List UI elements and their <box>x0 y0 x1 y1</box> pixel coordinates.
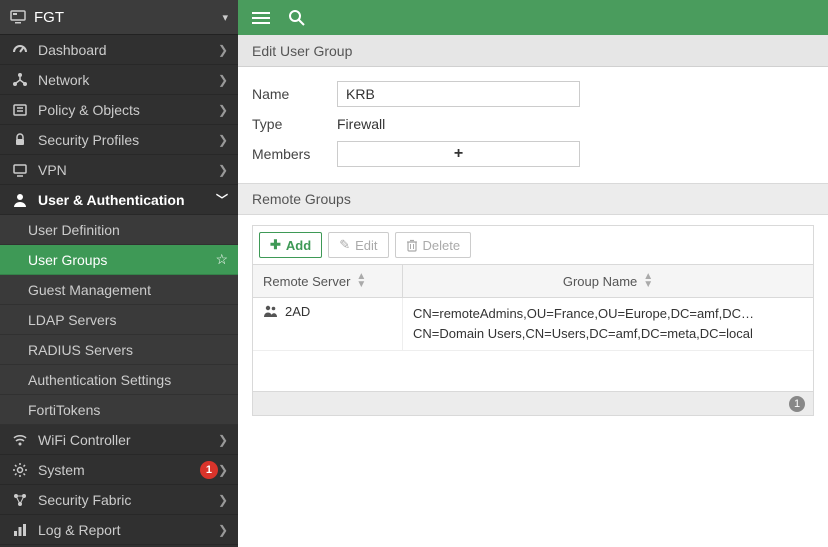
chevron-right-icon: ❯ <box>218 103 228 117</box>
sub-auth-settings[interactable]: Authentication Settings <box>0 365 238 395</box>
th-remote-server[interactable]: Remote Server▲▼ <box>253 265 403 297</box>
type-label: Type <box>252 116 337 132</box>
caret-down-icon: ▾ <box>222 11 228 24</box>
edit-button[interactable]: ✎Edit <box>328 232 388 258</box>
nav-policy[interactable]: Policy & Objects ❯ <box>0 95 238 125</box>
nav-user-auth[interactable]: User & Authentication ﹀ <box>0 185 238 215</box>
gauge-icon <box>10 42 30 58</box>
chevron-right-icon: ❯ <box>218 73 228 87</box>
chart-icon <box>10 522 30 538</box>
nav-label: Security Profiles <box>38 132 218 148</box>
members-input[interactable]: + <box>337 141 580 167</box>
table-head: Remote Server▲▼ Group Name▲▼ <box>253 265 813 298</box>
page-title: Edit User Group <box>238 35 828 67</box>
plus-icon: + <box>454 145 463 163</box>
wifi-icon <box>10 432 30 448</box>
remote-groups-panel: ✚Add ✎Edit Delete Remote Server▲▼ Group … <box>252 225 814 416</box>
nav-wifi[interactable]: WiFi Controller ❯ <box>0 425 238 455</box>
group-dn: CN=remoteAdmins,OU=France,OU=Europe,DC=a… <box>413 304 803 324</box>
nav-label: Log & Report <box>38 522 218 538</box>
name-label: Name <box>252 86 337 102</box>
chevron-right-icon: ❯ <box>218 163 228 177</box>
fabric-icon <box>10 492 30 508</box>
remote-groups-header: Remote Groups <box>238 183 828 215</box>
server-group-icon <box>263 304 279 318</box>
add-button[interactable]: ✚Add <box>259 232 322 258</box>
nav-label: Network <box>38 72 218 88</box>
brand-label: FGT <box>34 9 222 26</box>
nav-system[interactable]: System 1 ❯ <box>0 455 238 485</box>
nav-label: WiFi Controller <box>38 432 218 448</box>
sub-user-groups[interactable]: User Groups☆ <box>0 245 238 275</box>
sub-user-definition[interactable]: User Definition <box>0 215 238 245</box>
star-icon: ☆ <box>215 251 228 268</box>
type-value: Firewall <box>337 116 385 132</box>
nav-label: User & Authentication <box>38 192 216 208</box>
th-group-name[interactable]: Group Name▲▼ <box>403 265 813 297</box>
search-icon[interactable] <box>286 7 308 29</box>
network-icon <box>10 72 30 88</box>
nav-vpn[interactable]: VPN ❯ <box>0 155 238 185</box>
chevron-right-icon: ❯ <box>218 493 228 507</box>
delete-button[interactable]: Delete <box>395 232 472 258</box>
nav-label: Dashboard <box>38 42 218 58</box>
group-dn: CN=Domain Users,CN=Users,DC=amf,DC=meta,… <box>413 324 803 344</box>
lock-icon <box>10 132 30 148</box>
sub-guest-management[interactable]: Guest Management <box>0 275 238 305</box>
sub-radius-servers[interactable]: RADIUS Servers <box>0 335 238 365</box>
main: Edit User Group Name Type Firewall Membe… <box>238 0 828 547</box>
sidebar-header[interactable]: FGT ▾ <box>0 0 238 35</box>
chevron-right-icon: ❯ <box>218 433 228 447</box>
pencil-icon: ✎ <box>339 237 350 253</box>
nav-label: Policy & Objects <box>38 102 218 118</box>
nav-security-fabric[interactable]: Security Fabric ❯ <box>0 485 238 515</box>
nav-dashboard[interactable]: Dashboard ❯ <box>0 35 238 65</box>
menu-icon[interactable] <box>250 7 272 29</box>
sub-ldap-servers[interactable]: LDAP Servers <box>0 305 238 335</box>
chevron-down-icon: ﹀ <box>216 191 228 208</box>
trash-icon <box>406 239 418 252</box>
row-count: 1 <box>789 396 805 412</box>
topbar <box>238 0 828 35</box>
nav-label: VPN <box>38 162 218 178</box>
chevron-right-icon: ❯ <box>218 523 228 537</box>
sub-fortitokens[interactable]: FortiTokens <box>0 395 238 425</box>
monitor-icon <box>10 162 30 178</box>
sidebar: FGT ▾ Dashboard ❯ Network ❯ Policy & Obj… <box>0 0 238 547</box>
sort-icon: ▲▼ <box>356 273 366 289</box>
chevron-right-icon: ❯ <box>218 463 228 477</box>
nav-label: Security Fabric <box>38 492 218 508</box>
device-icon <box>10 10 26 24</box>
gear-icon <box>10 462 30 478</box>
chevron-right-icon: ❯ <box>218 133 228 147</box>
server-name: 2AD <box>285 304 310 319</box>
nav-security-profiles[interactable]: Security Profiles ❯ <box>0 125 238 155</box>
policy-icon <box>10 102 30 118</box>
chevron-right-icon: ❯ <box>218 43 228 57</box>
members-label: Members <box>252 146 337 162</box>
user-icon <box>10 192 30 208</box>
sort-icon: ▲▼ <box>643 273 653 289</box>
table-spacer <box>253 351 813 391</box>
nav-network[interactable]: Network ❯ <box>0 65 238 95</box>
alert-badge: 1 <box>200 461 218 479</box>
nav-label: System <box>38 462 194 478</box>
cell-server: 2AD <box>253 298 403 350</box>
cell-groups: CN=remoteAdmins,OU=France,OU=Europe,DC=a… <box>403 298 813 350</box>
toolbar: ✚Add ✎Edit Delete <box>253 226 813 265</box>
form: Name Type Firewall Members + <box>238 67 828 169</box>
name-input[interactable] <box>337 81 580 107</box>
table-row[interactable]: 2AD CN=remoteAdmins,OU=France,OU=Europe,… <box>253 298 813 351</box>
plus-icon: ✚ <box>270 237 281 253</box>
table-footer: 1 <box>253 391 813 415</box>
nav-log-report[interactable]: Log & Report ❯ <box>0 515 238 545</box>
